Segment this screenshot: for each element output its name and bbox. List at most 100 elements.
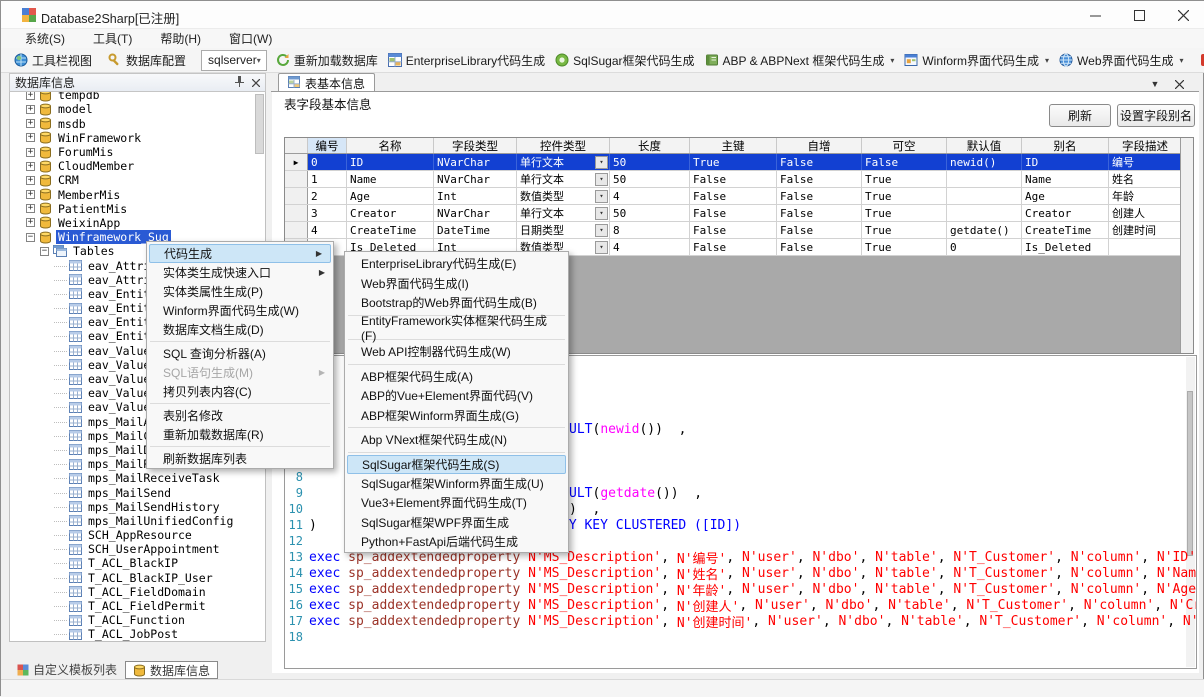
context-menu-item-SQL语句生成(M)[interactable]: SQL语句生成(M)▶ — [147, 363, 333, 382]
submenu-item-Abp VNext框架代码生成(N)[interactable]: Abp VNext框架代码生成(N) — [345, 430, 568, 450]
tree-node-table-SCH_UserAppointment[interactable]: SCH_UserAppointment — [10, 542, 265, 556]
submenu-item-ABP框架Winform界面生成(G)[interactable]: ABP框架Winform界面生成(G) — [345, 406, 568, 426]
submenu-item-Python+FastApi后端代码生成[interactable]: Python+FastApi后端代码生成 — [345, 532, 568, 552]
collapse-icon[interactable]: − — [26, 233, 35, 242]
bottom-tab-数据库信息[interactable]: 数据库信息 — [125, 661, 218, 679]
tree-node-table-T_ACL_FieldPermit[interactable]: T_ACL_FieldPermit — [10, 599, 265, 613]
grid-row-0[interactable]: ▶0IDNVarChar单行文本▾50TrueFalseFalsenewid()… — [285, 154, 1193, 171]
tree-node-db-msdb[interactable]: +msdb — [10, 117, 265, 131]
toolbar-button-工具栏视图[interactable]: 工具栏视图 — [9, 50, 97, 71]
expand-icon[interactable]: + — [26, 162, 35, 171]
tree-node-db-CRM[interactable]: +CRM — [10, 173, 265, 187]
context-menu-item-刷新数据库列表[interactable]: 刷新数据库列表 — [147, 449, 333, 468]
tree-node-table-mps_MailReceiveTask[interactable]: mps_MailReceiveTask — [10, 471, 265, 485]
refresh-button[interactable]: 刷新 — [1049, 104, 1111, 127]
pin-icon[interactable] — [235, 76, 244, 90]
grid-column-header-字段类型[interactable]: 字段类型 — [434, 138, 517, 153]
tab-close-icon[interactable] — [1171, 77, 1187, 91]
grid-row-selector[interactable] — [285, 188, 308, 204]
submenu-item-SqlSugar框架Winform界面生成(U)[interactable]: SqlSugar框架Winform界面生成(U) — [345, 474, 568, 494]
submenu-item-Web界面代码生成(I)[interactable]: Web界面代码生成(I) — [345, 274, 568, 294]
minimize-button[interactable] — [1073, 1, 1117, 29]
toolbar-button-重新加载数据库[interactable]: 重新加载数据库 — [271, 50, 383, 71]
submenu-item-Vue3+Element界面代码生成(T)[interactable]: Vue3+Element界面代码生成(T) — [345, 493, 568, 513]
tree-node-table-mps_MailUnifiedConfig[interactable]: mps_MailUnifiedConfig — [10, 514, 265, 528]
toolbar-button-数据库配置[interactable]: 数据库配置 — [103, 50, 191, 71]
tree-node-table-T_ACL_LoginLog[interactable]: T_ACL_LoginLog — [10, 642, 265, 643]
maximize-button[interactable] — [1117, 1, 1161, 29]
grid-column-header-默认值[interactable]: 默认值 — [947, 138, 1022, 153]
code-scrollbar-thumb[interactable] — [1187, 391, 1193, 556]
tree-scrollbar-thumb[interactable] — [255, 94, 264, 154]
toolbar-button-SqlSugar框架代码生成[interactable]: SqlSugar框架代码生成 — [550, 50, 699, 71]
tree-node-table-T_ACL_FieldDomain[interactable]: T_ACL_FieldDomain — [10, 585, 265, 599]
grid-column-header-自增[interactable]: 自增 — [777, 138, 862, 153]
context-menu-item-SQL 查询分析器(A)[interactable]: SQL 查询分析器(A) — [147, 344, 333, 363]
submenu-item-SqlSugar框架WPF界面生成[interactable]: SqlSugar框架WPF界面生成 — [345, 513, 568, 533]
cell-combo-dropdown[interactable]: ▾ — [595, 190, 608, 203]
grid-row-selector[interactable] — [285, 222, 308, 238]
context-menu-item-Winform界面代码生成(W)[interactable]: Winform界面代码生成(W) — [147, 301, 333, 320]
submenu-item-EntityFramework实体框架代码生成(F)[interactable]: EntityFramework实体框架代码生成(F) — [345, 318, 568, 338]
expand-icon[interactable]: + — [26, 204, 35, 213]
expand-icon[interactable]: + — [26, 91, 35, 100]
database-type-combo[interactable]: sqlserver▾ — [201, 50, 267, 71]
tab-list-dropdown-icon[interactable]: ▼ — [1147, 77, 1163, 91]
tree-node-table-mps_MailSend[interactable]: mps_MailSend — [10, 485, 265, 499]
cell-combo-dropdown[interactable]: ▾ — [595, 156, 608, 169]
tree-node-table-mps_MailSendHistory[interactable]: mps_MailSendHistory — [10, 500, 265, 514]
menubar-item-4[interactable]: 窗口(W) — [217, 28, 284, 49]
expand-icon[interactable]: + — [26, 190, 35, 199]
cell-combo-dropdown[interactable]: ▾ — [595, 207, 608, 220]
set-field-alias-button[interactable]: 设置字段别名 — [1117, 104, 1195, 127]
grid-scrollbar-track[interactable] — [1180, 138, 1193, 353]
submenu-item-ABP的Vue+Element界面代码(V)[interactable]: ABP的Vue+Element界面代码(V) — [345, 386, 568, 406]
tree-node-table-T_ACL_Function[interactable]: T_ACL_Function — [10, 613, 265, 627]
tree-node-table-SCH_AppResource[interactable]: SCH_AppResource — [10, 528, 265, 542]
submenu-item-SqlSugar框架代码生成(S)[interactable]: SqlSugar框架代码生成(S) — [347, 455, 566, 474]
grid-column-header-长度[interactable]: 长度 — [610, 138, 690, 153]
tree-node-db-ForumMis[interactable]: +ForumMis — [10, 145, 265, 159]
grid-row-selector[interactable]: ▶ — [285, 154, 308, 170]
cell-combo-dropdown[interactable]: ▾ — [595, 241, 608, 254]
panel-close-icon[interactable] — [252, 76, 260, 90]
tree-node-db-MemberMis[interactable]: +MemberMis — [10, 188, 265, 202]
context-menu-item-拷贝列表内容(C)[interactable]: 拷贝列表内容(C) — [147, 382, 333, 401]
tree-node-db-WinFramework[interactable]: +WinFramework — [10, 131, 265, 145]
context-menu-item-代码生成[interactable]: 代码生成▶ — [149, 244, 331, 263]
context-menu-item-实体类属性生成(P)[interactable]: 实体类属性生成(P) — [147, 282, 333, 301]
toolbar-button-Web界面代码生成[interactable]: Web界面代码生成▾ — [1054, 50, 1188, 71]
menubar-item-2[interactable]: 工具(T) — [81, 28, 144, 49]
context-menu-item-表别名修改[interactable]: 表别名修改 — [147, 406, 333, 425]
collapse-icon[interactable]: − — [40, 247, 49, 256]
grid-row-selector[interactable] — [285, 171, 308, 187]
bottom-tab-自定义模板列表[interactable]: 自定义模板列表 — [9, 661, 125, 679]
expand-icon[interactable]: + — [26, 148, 35, 157]
expand-icon[interactable]: + — [26, 119, 35, 128]
context-menu-item-重新加载数据库(R)[interactable]: 重新加载数据库(R) — [147, 425, 333, 444]
grid-column-header-编号[interactable]: 编号 — [308, 138, 347, 153]
grid-row-3[interactable]: 3CreatorNVarChar单行文本▾50FalseFalseTrueCre… — [285, 205, 1193, 222]
grid-column-header-可空[interactable]: 可空 — [862, 138, 947, 153]
submenu-item-Bootstrap的Web界面代码生成(B)[interactable]: Bootstrap的Web界面代码生成(B) — [345, 293, 568, 313]
menubar-item-3[interactable]: 帮助(H) — [148, 28, 213, 49]
tree-node-table-T_ACL_BlackIP_User[interactable]: T_ACL_BlackIP_User — [10, 571, 265, 585]
tree-node-db-model[interactable]: +model — [10, 102, 265, 116]
context-menu-item-实体类生成快速入口[interactable]: 实体类生成快速入口▶ — [147, 263, 333, 282]
grid-row-selector[interactable] — [285, 205, 308, 221]
grid-row-1[interactable]: 1NameNVarChar单行文本▾50FalseFalseTrueName姓名 — [285, 171, 1193, 188]
submenu-item-EnterpriseLibrary代码生成(E)[interactable]: EnterpriseLibrary代码生成(E) — [345, 254, 568, 274]
expand-icon[interactable]: + — [26, 218, 35, 227]
expand-icon[interactable]: + — [26, 176, 35, 185]
tree-node-db-WeixinApp[interactable]: +WeixinApp — [10, 216, 265, 230]
tab-table-basic-info[interactable]: 表基本信息 — [278, 73, 375, 92]
expand-icon[interactable]: + — [26, 105, 35, 114]
toolbar-button-Winform界面代码生成[interactable]: Winform界面代码生成▾ — [899, 50, 1054, 71]
grid-column-header-字段描述[interactable]: 字段描述 — [1109, 138, 1182, 153]
grid-row-4[interactable]: 4CreateTimeDateTime日期类型▾8FalseFalseTrueg… — [285, 222, 1193, 239]
close-button[interactable] — [1161, 1, 1204, 29]
toolbar-button-ABP & ABPNext 框架代码生成[interactable]: ABP & ABPNext 框架代码生成▾ — [700, 50, 900, 71]
grid-column-header-控件类型[interactable]: 控件类型 — [517, 138, 610, 153]
grid-column-header-主键[interactable]: 主键 — [690, 138, 777, 153]
tree-node-table-T_ACL_JobPost[interactable]: T_ACL_JobPost — [10, 627, 265, 641]
